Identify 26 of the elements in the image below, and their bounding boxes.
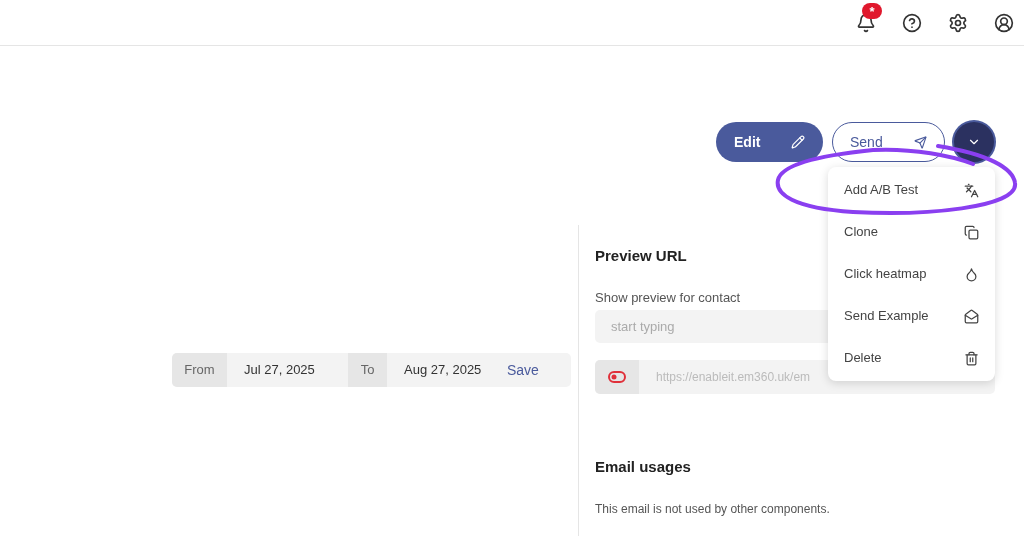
settings-icon[interactable] — [948, 12, 968, 33]
bell-icon[interactable] — [856, 12, 876, 33]
droplet-icon — [964, 266, 979, 282]
menu-item[interactable]: Add A/B Test — [828, 169, 995, 211]
copy-icon — [964, 224, 979, 240]
section-title: Email usages — [595, 457, 692, 477]
from-date-field[interactable]: Jul 27, 2025 — [227, 360, 348, 380]
send-icon — [914, 135, 927, 149]
notification-badge: * — [862, 2, 882, 19]
usage-text: This email is not used by other components. — [595, 500, 831, 518]
profile-icon[interactable] — [994, 12, 1014, 33]
menu-item[interactable]: Click heatmap — [828, 253, 995, 295]
to-date-field[interactable]: Aug 27, 2025 — [387, 360, 507, 380]
save-link[interactable]: Save — [507, 359, 539, 381]
pencil-icon — [791, 135, 805, 149]
section-title: Preview URL — [595, 246, 688, 266]
from-label: From — [172, 353, 227, 387]
translate-icon — [964, 182, 979, 198]
to-label: To — [348, 353, 387, 387]
edit-button[interactable]: Edit — [716, 122, 823, 162]
trash-icon — [964, 350, 979, 366]
toggle-icon[interactable] — [595, 360, 639, 394]
field-label: Show preview for contact — [595, 288, 742, 307]
envelope-icon — [964, 308, 979, 324]
help-icon[interactable] — [902, 12, 922, 33]
menu-item[interactable]: Clone — [828, 211, 995, 253]
